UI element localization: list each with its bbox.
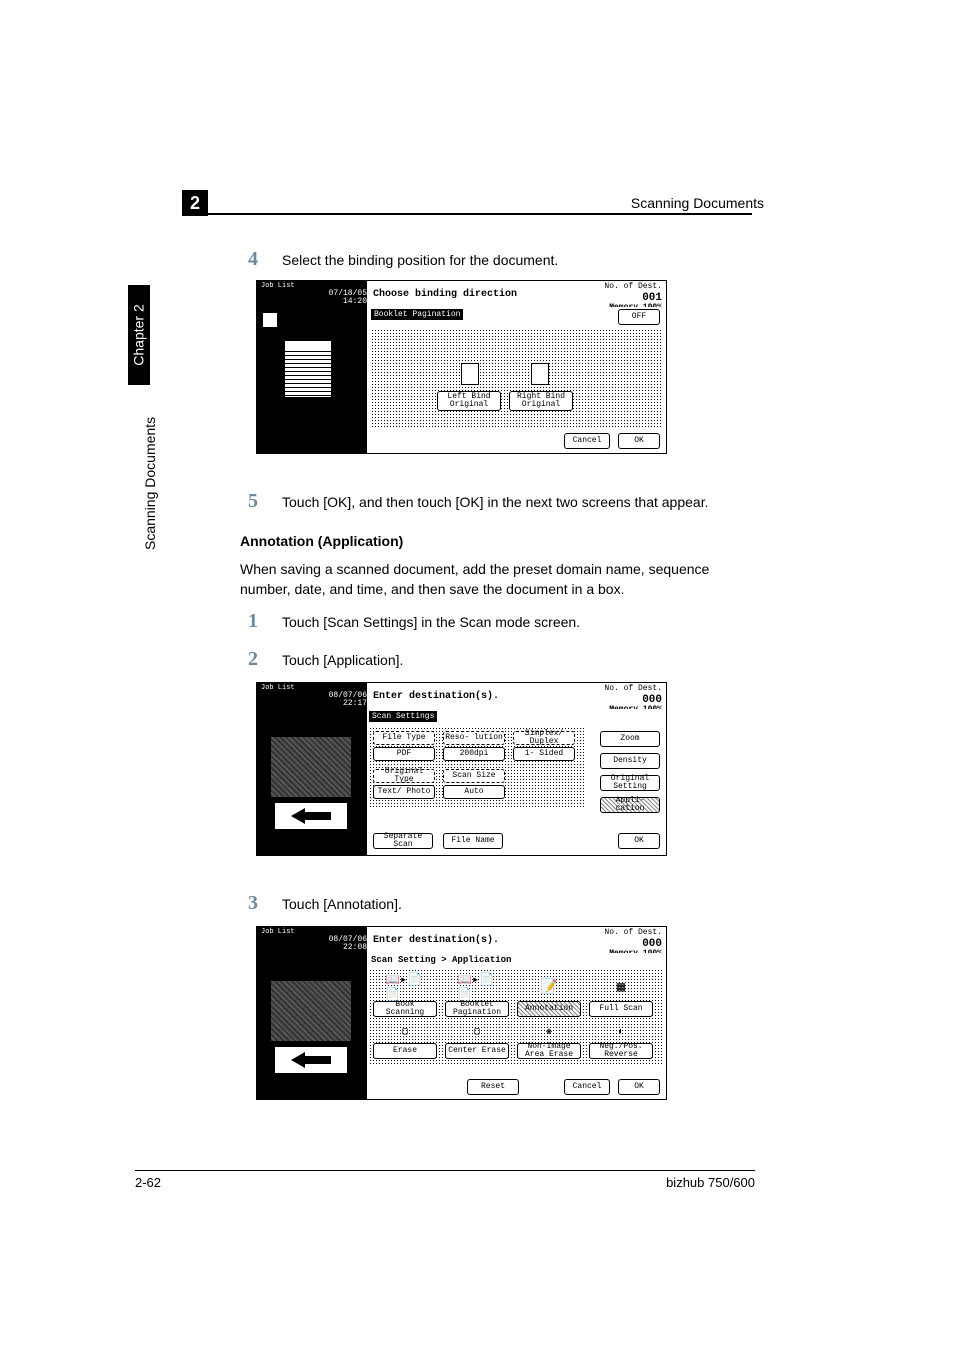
- zoom-button[interactable]: Zoom: [600, 731, 660, 747]
- scan-size-label: Scan Size: [443, 769, 505, 783]
- model-name: bizhub 750/600: [666, 1175, 755, 1190]
- resolution-button[interactable]: 200dpi: [443, 747, 505, 761]
- separate-scan-button[interactable]: Separate Scan: [373, 833, 433, 849]
- screenshot-booklet-pagination: Job List 07/18/05 14:20 Choose binding d…: [256, 280, 667, 454]
- step-number-4: 4: [248, 248, 258, 271]
- neg-pos-button[interactable]: Neg./Pos. Reverse: [589, 1043, 653, 1059]
- time-label: 22:17: [343, 699, 367, 708]
- file-type-label: File Type: [373, 731, 435, 745]
- right-bind-button[interactable]: Right Bind Original: [509, 391, 573, 411]
- cancel-button[interactable]: Cancel: [564, 1079, 610, 1095]
- job-list-tab[interactable]: Job List 08/07/06 22:17: [257, 683, 367, 709]
- file-name-button[interactable]: File Name: [443, 833, 503, 849]
- time-label: 14:20: [343, 297, 367, 306]
- step-text-1: Touch [Scan Settings] in the Scan mode s…: [282, 614, 580, 630]
- erase-button[interactable]: Erase: [373, 1043, 437, 1059]
- right-bind-icon: [531, 363, 549, 385]
- back-arrow[interactable]: [275, 1047, 347, 1073]
- step-text-2: Touch [Application].: [282, 652, 403, 668]
- sidebar-section-label: Scanning Documents: [142, 417, 158, 550]
- page-number: 2-62: [135, 1175, 161, 1190]
- application-button[interactable]: Appli- cation: [600, 797, 660, 813]
- sidebar-chapter-box: Chapter 2: [128, 285, 150, 385]
- options-panel: Left Bind Original Right Bind Original: [371, 329, 662, 427]
- booklet-pagination-label: Booklet Pagination: [371, 309, 463, 320]
- preview-panel: [257, 307, 367, 453]
- cancel-button[interactable]: Cancel: [564, 433, 610, 449]
- density-button[interactable]: Density: [600, 753, 660, 769]
- booklet-pagination-icon: 📖▸📄📄: [457, 975, 497, 999]
- settings-panel: File Type PDF Reso- lution 200dpi Simple…: [369, 727, 585, 807]
- book-scanning-button[interactable]: Book Scanning: [373, 1001, 437, 1017]
- application-grid: 📖▸📄📄 📖▸📄📄 📝 ▦ Book Scanning Booklet Pagi…: [369, 969, 664, 1065]
- envelope-icon: [271, 737, 351, 797]
- preview-panel: [257, 953, 367, 1099]
- resolution-label: Reso- lution: [443, 731, 505, 745]
- prompt-text: Enter destination(s).: [367, 683, 576, 709]
- step-text-5: Touch [OK], and then touch [OK] in the n…: [282, 494, 752, 510]
- original-setting-button[interactable]: Original Setting: [600, 775, 660, 791]
- neg-pos-icon: ◐: [609, 1023, 633, 1041]
- annotation-description: When saving a scanned document, add the …: [240, 560, 755, 599]
- scan-settings-label: Scan Settings: [369, 711, 437, 722]
- left-bind-button[interactable]: Left Bind Original: [437, 391, 501, 411]
- annotation-icon: 📝: [529, 975, 569, 999]
- running-header: Scanning Documents: [631, 195, 764, 211]
- ok-button[interactable]: OK: [618, 433, 660, 449]
- dest-label: No. of Dest.: [604, 282, 662, 291]
- reset-button[interactable]: Reset: [467, 1079, 519, 1095]
- center-erase-button[interactable]: Center Erase: [445, 1043, 509, 1059]
- screenshot-application: Job List 08/07/06 22:08 Enter destinatio…: [256, 926, 667, 1100]
- page-footer: 2-62 bizhub 750/600: [135, 1170, 755, 1190]
- back-arrow[interactable]: [275, 803, 347, 829]
- annotation-heading: Annotation (Application): [240, 533, 403, 549]
- full-scan-icon: ▦: [601, 975, 641, 999]
- ok-button[interactable]: OK: [618, 1079, 660, 1095]
- step-number-5: 5: [248, 490, 258, 513]
- off-button[interactable]: OFF: [618, 309, 660, 325]
- original-type-label: Original Type: [373, 769, 435, 783]
- ok-button[interactable]: OK: [618, 833, 660, 849]
- step-text-3: Touch [Annotation].: [282, 896, 402, 912]
- step-number-2: 2: [248, 648, 258, 671]
- document-preview-icon: [285, 341, 331, 397]
- screenshot-scan-settings: Job List 08/07/06 22:17 Enter destinatio…: [256, 682, 667, 856]
- breadcrumb: Scan Setting > Application: [371, 955, 511, 965]
- original-type-button[interactable]: Text/ Photo: [373, 785, 435, 799]
- non-image-erase-icon: ◈: [537, 1023, 561, 1041]
- prompt-text: Enter destination(s).: [367, 927, 576, 953]
- simplex-label: Simplex/ Duplex: [513, 731, 575, 745]
- simplex-button[interactable]: 1- Sided: [513, 747, 575, 761]
- center-erase-icon: ▢: [465, 1023, 489, 1041]
- status-area: No. of Dest. 000 Memory 100%: [576, 683, 666, 709]
- file-type-button[interactable]: PDF: [373, 747, 435, 761]
- job-list-tab[interactable]: Job List 07/18/05 14:20: [257, 281, 367, 307]
- dest-label: No. of Dest.: [604, 928, 662, 937]
- booklet-pagination-button[interactable]: Booklet Pagination: [445, 1001, 509, 1017]
- step-text-4: Select the binding position for the docu…: [282, 252, 558, 268]
- step-number-3: 3: [248, 892, 258, 915]
- sidebar-chapter-label: Chapter 2: [131, 304, 147, 365]
- book-scanning-icon: 📖▸📄📄: [385, 975, 425, 999]
- status-area: No. of Dest. 000 Memory 100%: [576, 927, 666, 953]
- job-list-tab[interactable]: Job List 08/07/06 22:08: [257, 927, 367, 953]
- step-number-1: 1: [248, 610, 258, 633]
- header-rule: [182, 213, 752, 215]
- prompt-text: Choose binding direction: [367, 281, 576, 307]
- scan-size-button[interactable]: Auto: [443, 785, 505, 799]
- annotation-button[interactable]: Annotation: [517, 1001, 581, 1017]
- erase-icon: ▢: [393, 1023, 417, 1041]
- time-label: 22:08: [343, 943, 367, 952]
- left-bind-icon: [461, 363, 479, 385]
- preview-panel: [257, 709, 367, 855]
- status-area: No. of Dest. 001 Memory 100%: [576, 281, 666, 307]
- envelope-icon: [271, 981, 351, 1041]
- dest-label: No. of Dest.: [604, 684, 662, 693]
- non-image-erase-button[interactable]: Non-Image Area Erase: [517, 1043, 581, 1059]
- full-scan-button[interactable]: Full Scan: [589, 1001, 653, 1017]
